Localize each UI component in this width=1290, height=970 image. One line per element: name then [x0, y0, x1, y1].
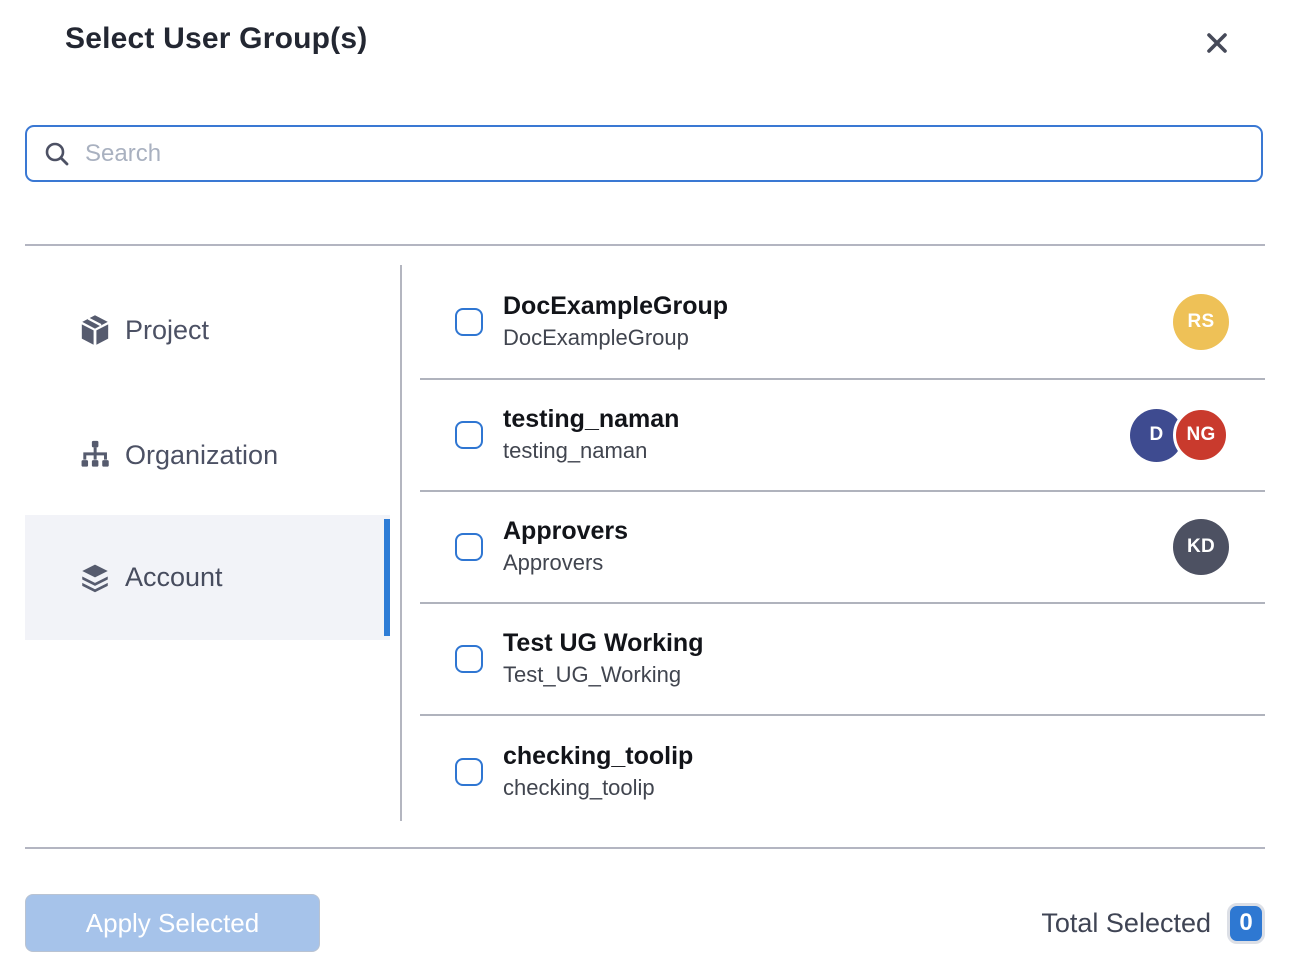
tab-project-label: Project — [125, 315, 209, 346]
tab-project[interactable]: Project — [25, 297, 390, 363]
org-chart-icon — [78, 438, 112, 472]
group-checkbox[interactable] — [455, 308, 483, 336]
cube-icon — [78, 313, 112, 347]
sidebar-divider — [400, 265, 402, 821]
group-description: Test_UG_Working — [503, 661, 703, 690]
group-name: Test UG Working — [503, 628, 703, 659]
total-selected-count-badge: 0 — [1227, 903, 1265, 944]
search-icon — [43, 140, 71, 168]
group-avatars: D NG — [1130, 407, 1229, 463]
tab-account[interactable]: Account — [25, 515, 390, 640]
close-button[interactable] — [1194, 20, 1240, 66]
group-row-docexamplegroup: DocExampleGroup DocExampleGroup RS — [420, 265, 1265, 380]
header-divider — [25, 244, 1265, 246]
group-name: Approvers — [503, 516, 628, 547]
tab-organization-label: Organization — [125, 440, 278, 471]
group-name: DocExampleGroup — [503, 291, 728, 322]
avatar: NG — [1173, 407, 1229, 463]
avatar: RS — [1173, 294, 1229, 350]
total-selected: Total Selected 0 — [1041, 898, 1265, 948]
search-input[interactable] — [85, 129, 1247, 179]
user-group-list: DocExampleGroup DocExampleGroup RS testi… — [420, 265, 1265, 828]
footer-divider — [25, 847, 1265, 849]
search-box — [25, 125, 1263, 182]
group-checkbox[interactable] — [455, 645, 483, 673]
group-avatars: KD — [1173, 519, 1229, 575]
group-checkbox[interactable] — [455, 758, 483, 786]
group-checkbox[interactable] — [455, 421, 483, 449]
apply-selected-button[interactable]: Apply Selected — [25, 894, 320, 952]
total-selected-label: Total Selected — [1041, 908, 1211, 939]
select-user-groups-dialog: Select User Group(s) Project — [0, 0, 1290, 970]
group-description: Approvers — [503, 549, 628, 578]
group-row-testing-naman: testing_naman testing_naman D NG — [420, 380, 1265, 492]
group-name: checking_toolip — [503, 741, 693, 772]
layers-icon — [78, 561, 112, 595]
tab-organization[interactable]: Organization — [25, 422, 390, 488]
group-avatars: RS — [1173, 294, 1229, 350]
group-description: DocExampleGroup — [503, 324, 728, 353]
group-description: testing_naman — [503, 437, 679, 466]
dialog-title: Select User Group(s) — [65, 22, 367, 56]
tab-account-label: Account — [125, 562, 223, 593]
group-row-approvers: Approvers Approvers KD — [420, 492, 1265, 604]
group-description: checking_toolip — [503, 774, 693, 803]
group-name: testing_naman — [503, 404, 679, 435]
group-row-checking-toolip: checking_toolip checking_toolip — [420, 716, 1265, 828]
group-checkbox[interactable] — [455, 533, 483, 561]
avatar: KD — [1173, 519, 1229, 575]
group-row-test-ug-working: Test UG Working Test_UG_Working — [420, 604, 1265, 716]
close-icon — [1201, 27, 1233, 59]
